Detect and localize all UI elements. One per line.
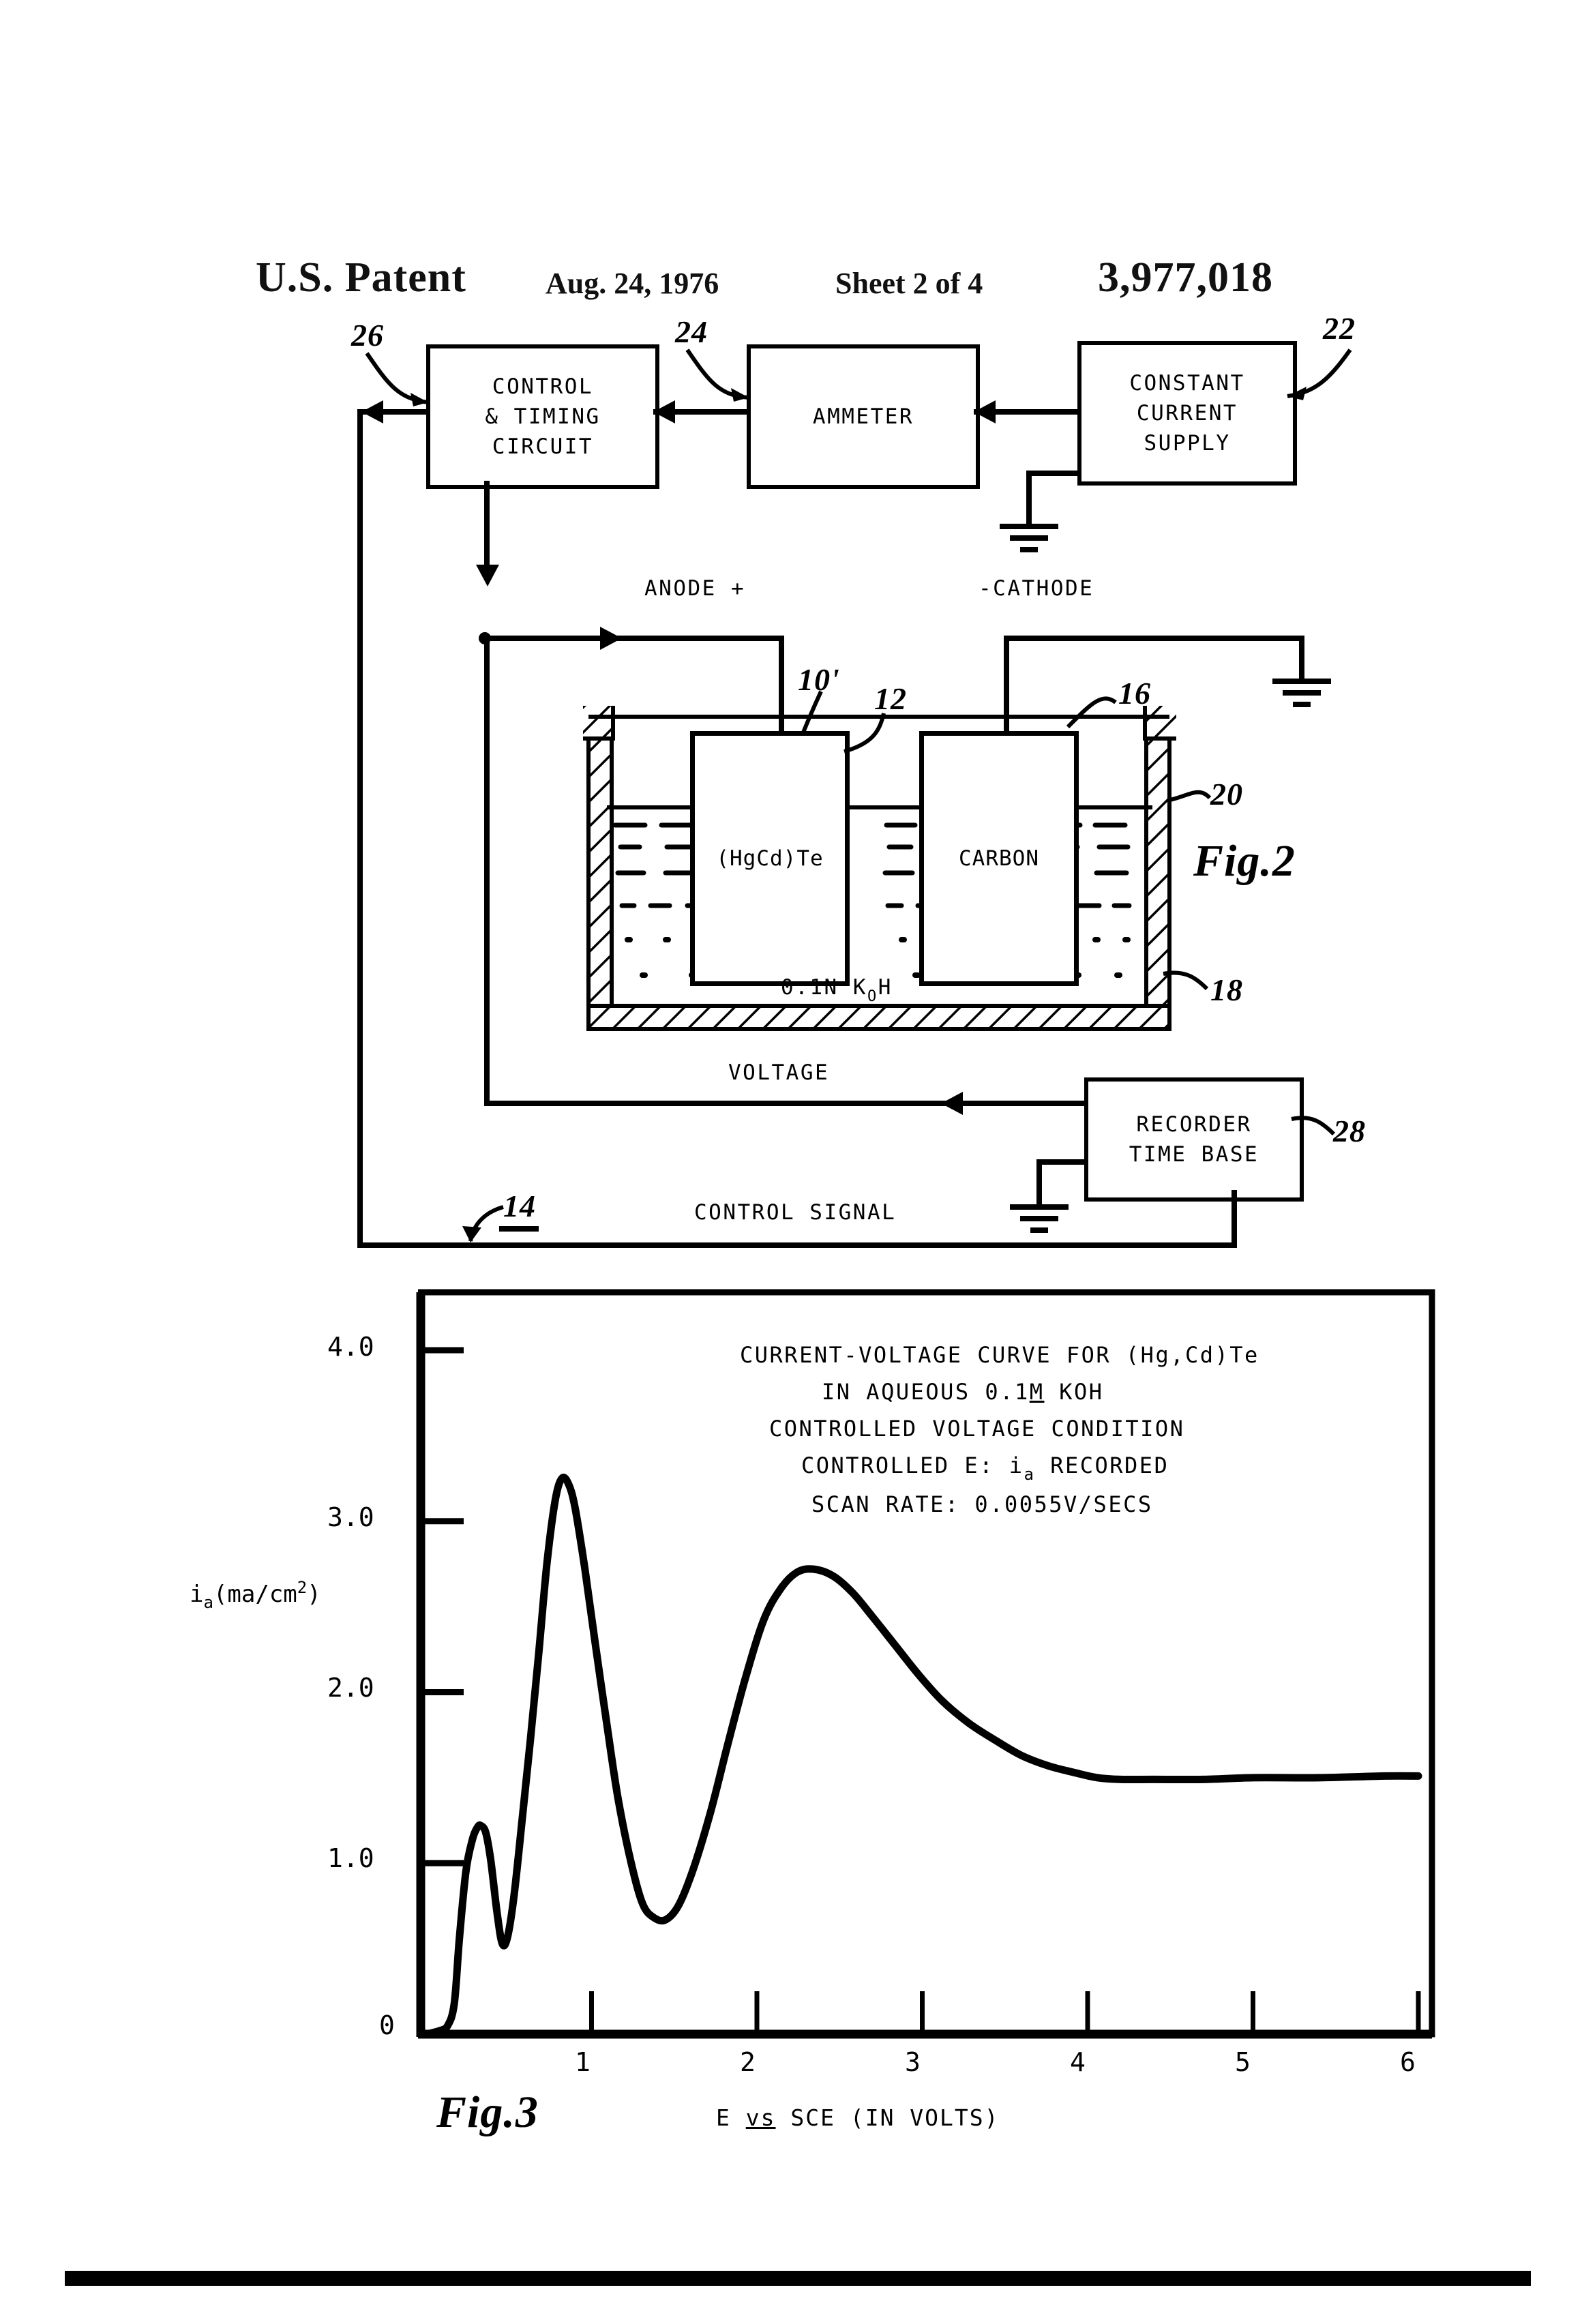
- sheet-number: Sheet 2 of 4: [835, 267, 983, 300]
- wire-recorder-to-control-signal: [1232, 1190, 1237, 1248]
- block-line: TIME BASE: [1129, 1142, 1259, 1167]
- y-axis-label-symbol: i: [190, 1581, 204, 1608]
- leader-line-20: [1167, 790, 1212, 803]
- arrowhead-anode: [600, 627, 622, 650]
- y-tick-label-2: 2.0: [327, 1673, 374, 1703]
- y-axis-label-superscript: 2: [297, 1578, 308, 1597]
- chart-title-line-3: CONTROLLED VOLTAGE CONDITION: [769, 1416, 1185, 1442]
- leader-line-14: [462, 1205, 504, 1242]
- title-line2-molarity: M: [1029, 1379, 1045, 1405]
- patent-number: 3,977,018: [1098, 254, 1273, 301]
- label-voltage: VOLTAGE: [728, 1060, 830, 1085]
- y-tick-label-1: 1.0: [327, 1843, 374, 1873]
- x-axis-label-post: SCE (IN VOLTS): [775, 2104, 1000, 2131]
- x-axis-label-pre: E: [716, 2104, 746, 2131]
- title-line2-post: KOH: [1044, 1379, 1104, 1405]
- electrolyte-tail: H: [878, 975, 893, 1000]
- label-control-signal: CONTROL SIGNAL: [694, 1200, 897, 1225]
- electrode-cathode-carbon: CARBON: [919, 731, 1079, 986]
- title-line4-pre: CONTROLLED E: i: [801, 1452, 1024, 1478]
- x-tick-label-4: 4: [1070, 2047, 1086, 2077]
- block-line: CONTROL: [492, 374, 594, 399]
- wire-voltage-return: [484, 1101, 961, 1106]
- block-line: AMMETER: [812, 404, 914, 429]
- wire-to-anode: [484, 636, 784, 641]
- x-tick-label-6: 6: [1400, 2047, 1416, 2077]
- patent-office-label: U.S. Patent: [256, 254, 466, 301]
- arrowhead-control-feedback: [361, 400, 383, 423]
- electrolyte-subscript: O: [867, 988, 878, 1005]
- block-line: CONSTANT: [1129, 370, 1245, 396]
- x-tick-label-3: 3: [905, 2047, 921, 2077]
- block-line: RECORDER: [1136, 1112, 1252, 1137]
- arrowhead-supply-to-ammeter: [974, 400, 996, 423]
- label-anode: ANODE +: [644, 576, 746, 601]
- page-bottom-rule: [65, 2271, 1531, 2286]
- label-cathode: -CATHODE: [979, 576, 1094, 601]
- ground-symbol-supply: [1000, 524, 1058, 554]
- title-line4-post: RECORDED: [1035, 1452, 1169, 1478]
- wire-recorder-ground-vertical: [1036, 1159, 1042, 1206]
- leader-line-12: [844, 713, 886, 754]
- chart-title-line-1: CURRENT-VOLTAGE CURVE FOR (Hg,Cd)Te: [740, 1342, 1259, 1368]
- figure-2-caption: Fig.2: [1193, 836, 1296, 886]
- x-axis-label: E vs SCE (IN VOLTS): [716, 2104, 1000, 2131]
- x-tick-label-5: 5: [1235, 2047, 1251, 2077]
- block-constant-current-supply: CONSTANT CURRENT SUPPLY: [1077, 341, 1297, 486]
- wire-anode-bus-vertical: [484, 634, 490, 1105]
- x-axis-label-vs: vs: [745, 2104, 776, 2131]
- leader-line-16: [1066, 696, 1117, 729]
- wire-supply-ground: [1026, 471, 1081, 476]
- wire-control-down: [484, 481, 490, 569]
- chart-title-line-4: CONTROLLED E: ia RECORDED: [801, 1452, 1169, 1484]
- arrowhead-control-down: [476, 565, 499, 586]
- block-line: SUPPLY: [1144, 431, 1231, 456]
- leader-line-10prime: [801, 690, 823, 734]
- leader-line-22: [1287, 348, 1352, 400]
- block-recorder-time-base: RECORDER TIME BASE: [1084, 1077, 1304, 1202]
- wire-supply-ground-vertical: [1026, 471, 1032, 525]
- electrode-label: (HgCd)Te: [716, 846, 824, 871]
- electrolyte-text: 0.1N K: [781, 975, 867, 1000]
- leader-line-18: [1163, 970, 1209, 991]
- chart-title-line-2: IN AQUEOUS 0.1M KOH: [822, 1379, 1104, 1405]
- patent-date: Aug. 24, 1976: [546, 267, 719, 300]
- leader-line-24: [685, 348, 749, 402]
- title-line2-pre: IN AQUEOUS 0.1: [822, 1379, 1030, 1405]
- arrowhead-ammeter-to-control: [653, 400, 675, 423]
- y-axis-label-units: (ma/cm: [213, 1581, 297, 1608]
- block-line: & TIMING: [485, 404, 601, 429]
- block-ammeter: AMMETER: [747, 344, 980, 489]
- x-tick-label-2: 2: [740, 2047, 756, 2077]
- y-axis-label-close: ): [307, 1581, 321, 1608]
- y-tick-label-4: 4.0: [327, 1332, 374, 1362]
- wire-feedback-vertical: [357, 409, 363, 1248]
- reference-numeral-22: 22: [1323, 311, 1356, 346]
- y-axis-label-subscript: a: [203, 1593, 213, 1612]
- title-line4-subscript: a: [1024, 1465, 1036, 1484]
- wire-recorder-ground: [1036, 1159, 1086, 1165]
- y-axis-label: ia(ma/cm2): [190, 1578, 321, 1612]
- electrode-anode-hgcdte: (HgCd)Te: [690, 731, 850, 986]
- ground-symbol-recorder: [1010, 1204, 1069, 1235]
- figure-3-caption: Fig.3: [436, 2087, 539, 2137]
- ground-symbol-cathode: [1272, 679, 1331, 709]
- block-line: CIRCUIT: [492, 434, 594, 459]
- block-control-timing-circuit: CONTROL & TIMING CIRCUIT: [426, 344, 659, 489]
- arrowhead-voltage: [941, 1092, 963, 1115]
- y-tick-label-0: 0: [379, 2010, 395, 2040]
- patent-header: U.S. Patent Aug. 24, 1976 Sheet 2 of 4 3…: [0, 130, 1582, 301]
- wire-cathode-ground-vertical: [1299, 636, 1304, 680]
- leader-line-28: [1291, 1116, 1336, 1136]
- wire-cathode-to-ground: [1004, 636, 1304, 641]
- block-line: CURRENT: [1136, 400, 1238, 426]
- label-electrolyte: 0.1N KOH: [781, 975, 893, 1005]
- reference-numeral-18: 18: [1210, 972, 1243, 1007]
- chart-title-line-5: SCAN RATE: 0.0055V/SECS: [811, 1491, 1153, 1517]
- electrode-label: CARBON: [959, 846, 1039, 871]
- y-tick-label-3: 3.0: [327, 1502, 374, 1532]
- x-tick-label-1: 1: [575, 2047, 591, 2077]
